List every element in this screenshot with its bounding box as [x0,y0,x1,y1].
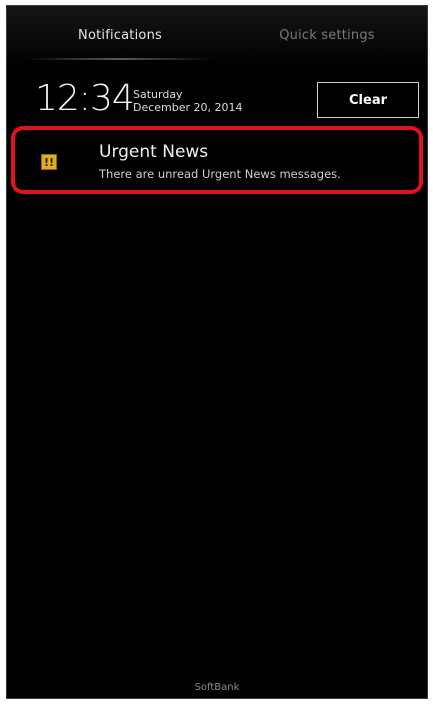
tab-quick-settings[interactable]: Quick settings [272,28,382,43]
tab-indicator [27,58,212,60]
notification-text: There are unread Urgent News messages. [99,167,341,181]
clear-button[interactable]: Clear [317,82,419,118]
warning-icon: !! [41,154,57,170]
date-label: December 20, 2014 [133,101,243,114]
warning-icon-glyph: !! [43,155,55,169]
date-block: Saturday December 20, 2014 [133,88,243,114]
notification-title: Urgent News [99,142,209,162]
clock-time: 12:34 [35,78,135,119]
tab-notifications[interactable]: Notifications [70,28,170,43]
notification-shade: Notifications Quick settings 12:34 Satur… [6,5,428,699]
shade-tabs: Notifications Quick settings [7,6,427,68]
carrier-label: SoftBank [194,682,240,693]
day-label: Saturday [133,88,183,101]
notification-item-urgent-news[interactable]: !! Urgent News There are unread Urgent N… [11,126,423,194]
